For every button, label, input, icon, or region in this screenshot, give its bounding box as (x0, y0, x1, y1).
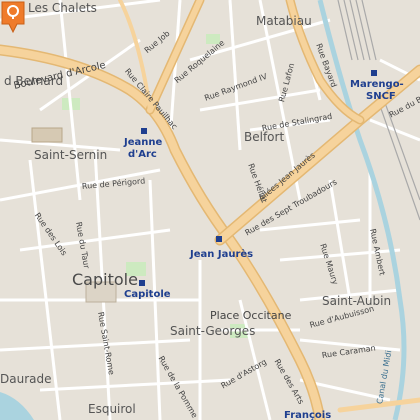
map-base (0, 0, 420, 420)
metro-station-icon[interactable] (141, 128, 147, 134)
district-label: Saint-Georges (170, 324, 256, 338)
district-label: Daurade (0, 372, 52, 386)
metro-label[interactable]: d'Arc (128, 150, 157, 160)
place-label: Place Occitane (210, 309, 292, 322)
district-label: Saint-Sernin (34, 148, 108, 162)
river-garonne (0, 392, 34, 420)
district-label: Esquirol (88, 402, 136, 416)
district-label: Belfort (244, 130, 285, 144)
district-label: Saint-Aubin (322, 294, 392, 308)
location-pin-icon[interactable] (0, 0, 26, 34)
saint-sernin-basilica (31, 127, 63, 143)
metro-label[interactable]: Capitole (124, 290, 171, 300)
district-label: Capitole (72, 270, 138, 289)
metro-label[interactable]: SNCF (366, 92, 396, 102)
metro-label[interactable]: Marengo- (350, 80, 404, 90)
metro-station-icon[interactable] (216, 236, 222, 242)
metro-label[interactable]: Jeanne (124, 138, 162, 148)
metro-label[interactable]: François (284, 411, 331, 420)
boulevards (0, 0, 420, 420)
district-label: Matabiau (256, 14, 312, 28)
metro-station-icon[interactable] (139, 280, 145, 286)
metro-label[interactable]: Jean Jaurès (190, 250, 253, 260)
metro-station-icon[interactable] (371, 70, 377, 76)
map-canvas[interactable]: Les Chalets Matabiau d Bernard Marengo- … (0, 0, 420, 420)
district-label: Les Chalets (28, 1, 97, 15)
